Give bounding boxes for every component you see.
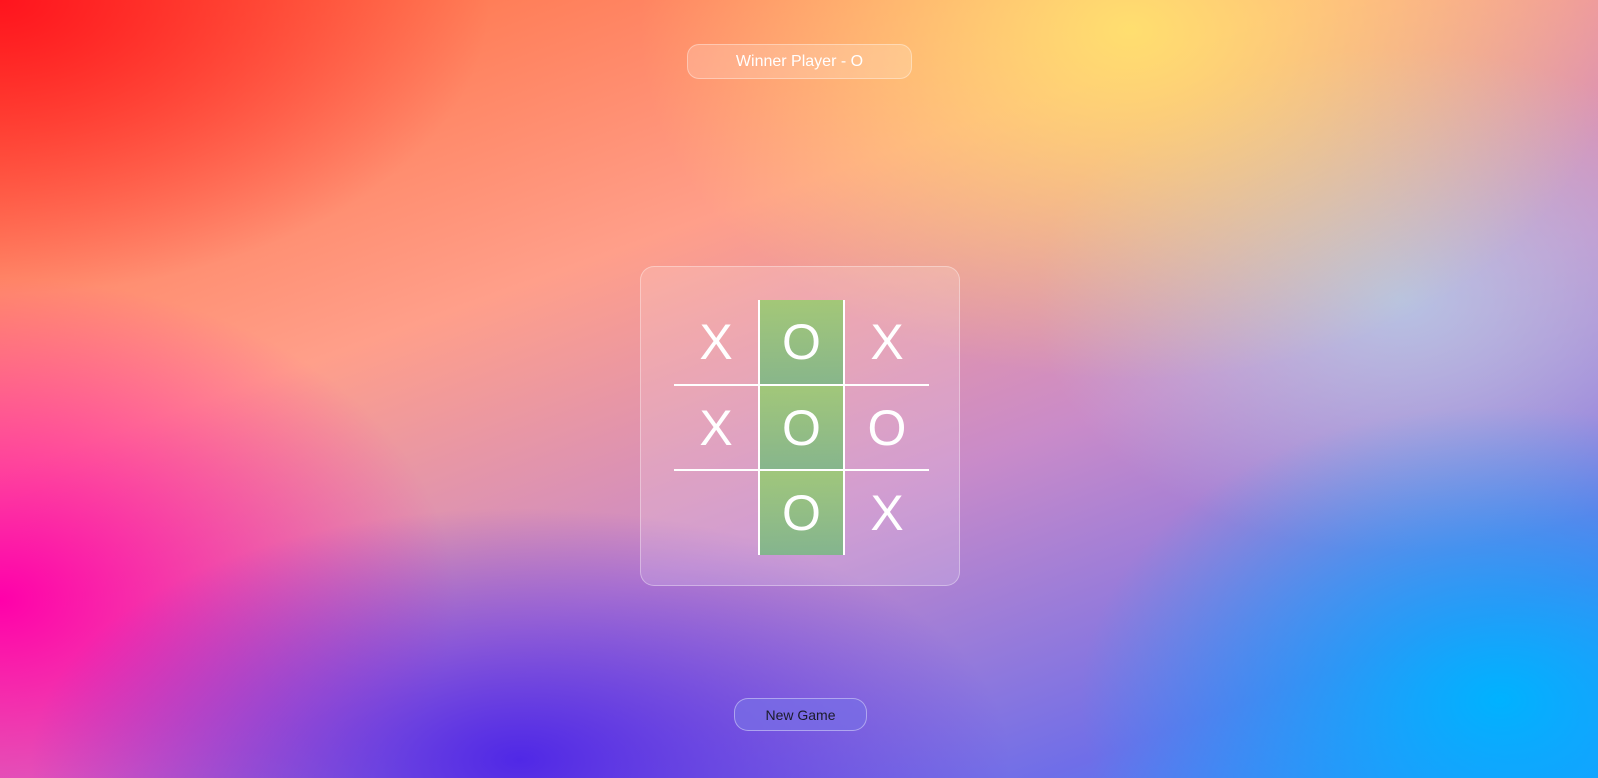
grid-line-horizontal-2	[674, 469, 929, 471]
status-banner: Winner Player - O	[687, 44, 912, 79]
board-cell-2[interactable]: O	[759, 300, 844, 384]
grid-line-vertical-2	[843, 300, 845, 555]
board-cell-5[interactable]: O	[759, 385, 844, 470]
board-cell-4[interactable]: X	[674, 386, 758, 470]
game-board-panel: X O X X O O O X	[640, 266, 960, 586]
board-cell-6[interactable]: O	[845, 386, 929, 470]
board-cell-7[interactable]	[674, 471, 758, 555]
new-game-button[interactable]: New Game	[734, 698, 867, 731]
board-cell-8[interactable]: O	[759, 471, 844, 555]
board-cell-9[interactable]: X	[845, 471, 929, 555]
board-cell-1[interactable]: X	[674, 300, 758, 384]
status-text: Winner Player - O	[735, 52, 864, 70]
board-cell-3[interactable]: X	[845, 300, 929, 384]
grid-line-vertical-1	[758, 300, 760, 555]
grid-line-horizontal-1	[674, 384, 929, 386]
game-board-grid: X O X X O O O X	[674, 300, 929, 555]
